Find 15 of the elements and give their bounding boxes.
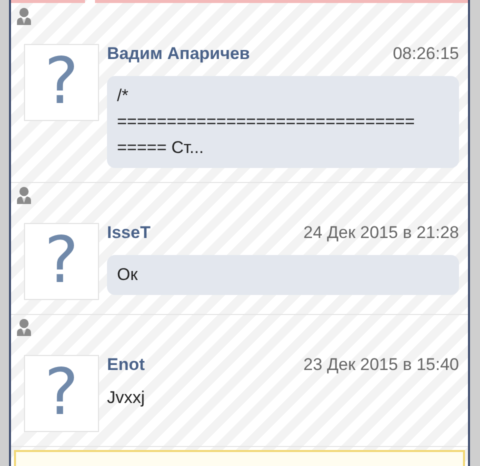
message-time: 24 Дек 2015 в 21:28 — [303, 223, 459, 243]
message-time: 23 Дек 2015 в 15:40 — [303, 355, 459, 375]
avatar: ? — [24, 223, 99, 300]
author-name: IsseT — [107, 223, 150, 243]
message-text: Jvxxj — [107, 387, 146, 409]
message-bubble: /* ============================== ===== Ст... — [107, 76, 459, 168]
message-time: 08:26:15 — [392, 44, 459, 64]
user-icon — [14, 185, 34, 205]
author-name: Enot — [107, 355, 145, 375]
avatar: ? — [24, 44, 99, 121]
user-icon — [14, 317, 34, 337]
author-name: Вадим Апаричев — [107, 44, 250, 64]
avatar: ? — [24, 355, 99, 432]
message-bubble: Ок — [107, 255, 459, 295]
user-icon — [14, 6, 34, 26]
